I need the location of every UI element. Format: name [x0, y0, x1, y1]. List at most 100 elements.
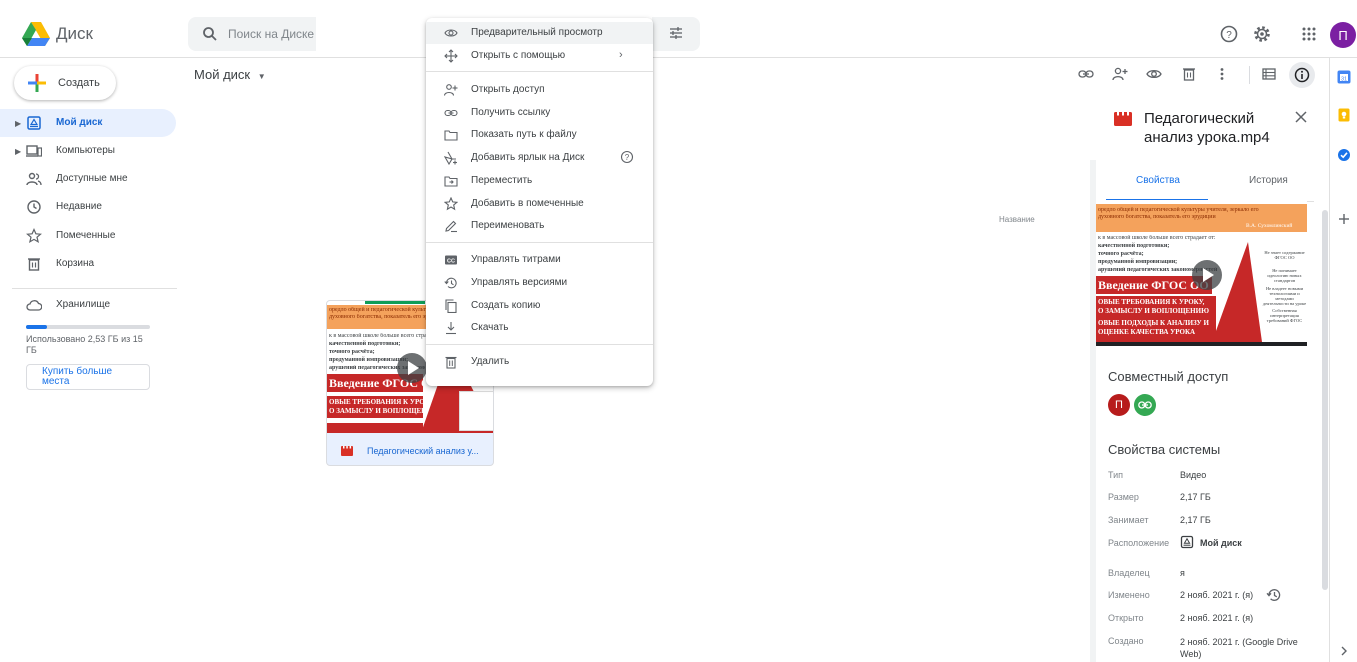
create-label: Создать: [58, 77, 100, 89]
chevron-right-icon[interactable]: [1339, 644, 1349, 658]
search-input[interactable]: Поиск на Диске: [228, 27, 314, 41]
menu-item-show-location[interactable]: Показать путь к файлу: [426, 124, 653, 146]
history-icon: [444, 277, 457, 289]
slide-text: ОВЫЕ ТРЕБОВАНИЯ К УРОКУ,: [329, 398, 436, 406]
my-drive-icon: [27, 116, 41, 130]
slide-text: продуманной импровизации;: [329, 357, 409, 363]
trash-icon[interactable]: [1181, 66, 1197, 82]
prop-value-owner: я: [1180, 568, 1185, 578]
details-preview-thumbnail[interactable]: оредло общей и педагогической культуры у…: [1096, 200, 1307, 346]
menu-item-rename[interactable]: Переименовать: [426, 215, 653, 237]
sidebar-item-my-drive[interactable]: ▶ Мой диск: [0, 109, 176, 137]
sidebar-item-computers[interactable]: ▶ Компьютеры: [0, 137, 176, 165]
slide-text: Не владеет новыми технологиями и методам…: [1262, 286, 1307, 306]
sidebar-item-label: Мой диск: [56, 117, 103, 128]
slide-text: оредло общей и педагогической культуры у…: [1098, 207, 1259, 213]
details-scrollbar-thumb[interactable]: [1322, 210, 1328, 590]
menu-item-get-link[interactable]: Получить ссылку: [426, 102, 653, 124]
menu-item-download[interactable]: Скачать: [426, 317, 653, 339]
details-toggle-button[interactable]: [1289, 62, 1315, 88]
owner-avatar[interactable]: П: [1108, 394, 1130, 416]
menu-item-captions[interactable]: CC Управлять титрами: [426, 249, 653, 271]
tasks-icon[interactable]: [1337, 148, 1351, 162]
cloud-icon: [26, 300, 42, 311]
menu-item-label: Управлять титрами: [471, 254, 561, 265]
keep-icon[interactable]: [1337, 108, 1351, 122]
menu-item-add-shortcut[interactable]: Добавить ярлык на Диск ?: [426, 147, 653, 169]
copy-icon: [445, 299, 457, 313]
buy-storage-button[interactable]: Купить больше места: [26, 364, 150, 390]
menu-item-make-copy[interactable]: Создать копию: [426, 295, 653, 317]
slide-text: Не знает содержание ФГОС ОО: [1264, 250, 1305, 260]
video-file-icon: [1114, 112, 1132, 126]
column-header-name[interactable]: Название: [999, 215, 1035, 224]
sidebar-item-storage[interactable]: Хранилище: [0, 291, 176, 319]
slide-text: качественной подготовки;: [329, 341, 401, 347]
more-vert-icon[interactable]: [1214, 66, 1230, 82]
menu-item-versions[interactable]: Управлять версиями: [426, 272, 653, 294]
prop-key-size: Размер: [1108, 492, 1139, 502]
prop-value-size: 2,17 ГБ: [1180, 492, 1211, 502]
calendar-icon[interactable]: 31: [1337, 70, 1351, 84]
history-icon[interactable]: [1266, 587, 1282, 603]
search-icon[interactable]: [202, 26, 218, 42]
sidebar-item-label: Помеченные: [56, 230, 116, 241]
drive-logo-icon[interactable]: [22, 22, 50, 46]
help-icon[interactable]: ?: [1218, 23, 1240, 45]
link-icon: [444, 109, 458, 117]
account-avatar[interactable]: П: [1330, 22, 1356, 48]
sidebar-item-label: Доступные мне: [56, 173, 128, 184]
slide-text: ОВЫЕ ТРЕБОВАНИЯ К УРОКУ,: [1098, 298, 1205, 306]
menu-item-label: Открыть с помощью: [471, 50, 566, 61]
svg-text:CC: CC: [447, 259, 455, 265]
menu-item-preview[interactable]: Предварительный просмотр: [426, 22, 653, 44]
top-bar: Диск Поиск на Диске ? П: [0, 0, 1357, 58]
play-icon[interactable]: [397, 353, 427, 383]
create-button[interactable]: Создать: [14, 66, 116, 100]
add-person-icon[interactable]: [1112, 66, 1128, 82]
sidebar-item-recent[interactable]: Недавние: [0, 193, 176, 221]
star-icon: [26, 228, 42, 244]
storage-progress-bar: [26, 325, 150, 329]
close-icon[interactable]: [1294, 110, 1308, 124]
cc-icon: CC: [445, 255, 457, 265]
sidebar-item-starred[interactable]: Помеченные: [0, 222, 176, 250]
prop-value-location[interactable]: Мой диск: [1200, 538, 1242, 548]
add-addon-icon[interactable]: [1337, 212, 1351, 226]
link-sharing-badge[interactable]: [1134, 394, 1156, 416]
list-view-icon[interactable]: [1261, 66, 1277, 82]
info-icon: [1294, 67, 1310, 83]
menu-item-move[interactable]: Переместить: [426, 170, 653, 192]
tune-icon[interactable]: [669, 26, 683, 40]
add-person-icon: [444, 84, 458, 96]
apps-grid-icon[interactable]: [1298, 23, 1320, 45]
menu-item-label: Удалить: [471, 356, 510, 367]
plus-icon: [28, 74, 46, 92]
sidebar-item-trash[interactable]: Корзина: [0, 250, 176, 278]
menu-item-add-starred[interactable]: Добавить в помеченные: [426, 193, 653, 215]
link-icon[interactable]: [1078, 66, 1094, 82]
play-icon[interactable]: [1192, 260, 1222, 290]
tab-properties[interactable]: Свойства: [1136, 175, 1180, 186]
menu-item-delete[interactable]: Удалить: [426, 351, 653, 373]
shortcut-icon: [444, 151, 457, 165]
settings-gear-icon[interactable]: [1251, 23, 1273, 45]
slide-text: О ЗАМЫСЛУ И ВОПЛОЩЕНИЮ: [1098, 307, 1209, 315]
tab-history[interactable]: История: [1249, 175, 1288, 186]
breadcrumb[interactable]: Мой диск ▼: [194, 67, 266, 82]
prop-key-modified: Изменено: [1108, 590, 1150, 600]
expand-caret-icon[interactable]: ▶: [15, 119, 21, 128]
help-icon[interactable]: ?: [620, 150, 634, 164]
toolbar-divider: [1249, 66, 1250, 84]
menu-item-open-with[interactable]: Открыть с помощью ›: [426, 45, 653, 67]
expand-caret-icon[interactable]: ▶: [15, 147, 21, 156]
sidebar-divider: [12, 288, 177, 289]
buy-storage-label: Купить больше места: [42, 366, 113, 387]
search-bar[interactable]: Поиск на Диске: [188, 17, 316, 51]
menu-item-share[interactable]: Открыть доступ: [426, 79, 653, 101]
page-title: Мой диск: [194, 67, 251, 82]
search-options[interactable]: [652, 17, 700, 51]
sidebar-item-shared[interactable]: Доступные мне: [0, 165, 176, 193]
eye-icon[interactable]: [1146, 66, 1162, 82]
app-name[interactable]: Диск: [56, 24, 93, 44]
